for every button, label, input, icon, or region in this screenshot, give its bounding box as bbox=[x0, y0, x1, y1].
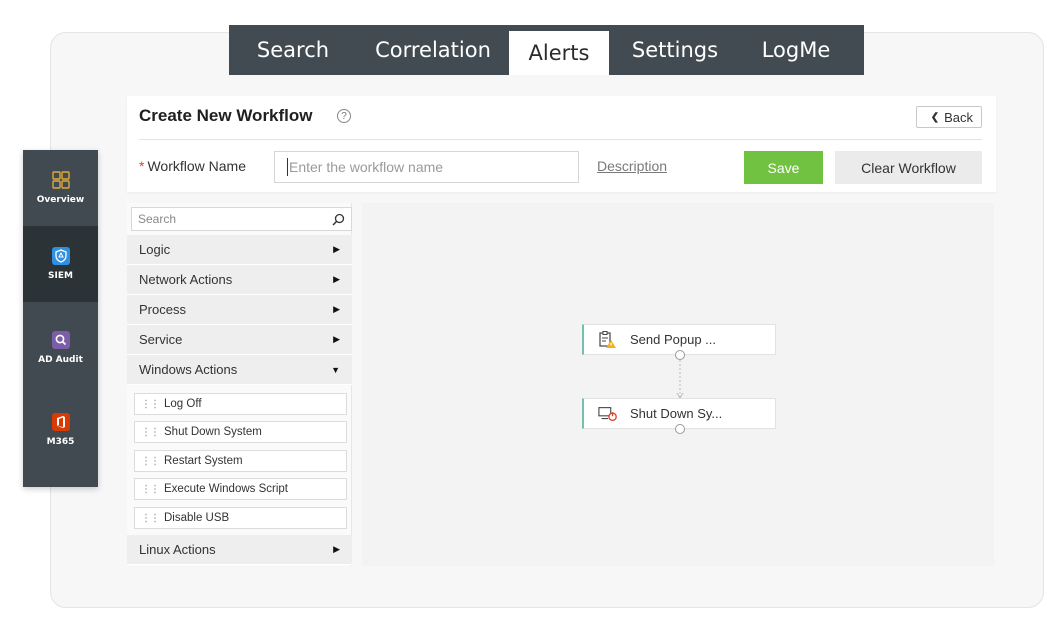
office-icon bbox=[51, 413, 70, 431]
category-label: Windows Actions bbox=[139, 362, 238, 377]
caret-down-icon: ▼ bbox=[331, 364, 340, 375]
node-label: Shut Down Sy... bbox=[630, 406, 723, 421]
category-logic[interactable]: Logic ▶ bbox=[127, 235, 352, 265]
tab-search[interactable]: Search bbox=[229, 25, 357, 75]
caret-right-icon: ▶ bbox=[333, 244, 340, 254]
help-icon[interactable]: ? bbox=[337, 109, 351, 123]
text-caret bbox=[287, 158, 288, 176]
action-item-execute-windows-script[interactable]: ⋮⋮ Execute Windows Script bbox=[134, 478, 347, 500]
clear-workflow-button[interactable]: Clear Workflow bbox=[835, 151, 982, 184]
caret-right-icon: ▶ bbox=[333, 274, 340, 284]
save-button[interactable]: Save bbox=[744, 151, 823, 184]
category-label: Process bbox=[139, 302, 186, 317]
sidebar-item-siem[interactable]: SIEM bbox=[23, 226, 98, 302]
action-item-label: Execute Windows Script bbox=[164, 483, 288, 495]
back-label: Back bbox=[944, 109, 973, 125]
actions-search-input[interactable]: Search bbox=[131, 207, 352, 231]
sidebar-item-label: SIEM bbox=[48, 271, 73, 281]
shield-icon bbox=[51, 247, 70, 265]
tab-logme[interactable]: LogMe bbox=[741, 25, 851, 75]
action-item-label: Shut Down System bbox=[164, 426, 262, 438]
sidebar-item-m365[interactable]: M365 bbox=[23, 392, 98, 468]
top-nav: Search Correlation Alerts Settings LogMe bbox=[229, 25, 864, 75]
tab-alerts[interactable]: Alerts bbox=[509, 31, 609, 75]
connector-lines bbox=[676, 360, 684, 399]
category-linux-actions[interactable]: Linux Actions ▶ bbox=[127, 535, 352, 565]
sidebar-item-label: M365 bbox=[46, 437, 75, 447]
action-item-label: Disable USB bbox=[164, 512, 230, 524]
required-mark: * bbox=[139, 158, 145, 174]
app-stage: Search Correlation Alerts Settings LogMe… bbox=[0, 0, 1063, 632]
category-label: Linux Actions bbox=[139, 542, 216, 557]
caret-right-icon: ▶ bbox=[333, 304, 340, 314]
workflow-name-label: * Workflow Name bbox=[139, 158, 246, 174]
action-item-label: Restart System bbox=[164, 455, 243, 467]
node-output-port[interactable] bbox=[675, 424, 685, 434]
chevron-left-icon: ❮ bbox=[930, 111, 940, 123]
tab-settings[interactable]: Settings bbox=[609, 25, 741, 75]
monitor-power-icon bbox=[598, 405, 618, 423]
category-label: Service bbox=[139, 332, 183, 347]
node-output-port[interactable] bbox=[675, 350, 685, 360]
node-label: Send Popup ... bbox=[630, 332, 717, 347]
drag-handle-icon: ⋮⋮ bbox=[141, 426, 160, 438]
drag-handle-icon: ⋮⋮ bbox=[141, 483, 160, 495]
category-label: Network Actions bbox=[139, 272, 233, 287]
action-item-log-off[interactable]: ⋮⋮ Log Off bbox=[134, 393, 347, 415]
category-network-actions[interactable]: Network Actions ▶ bbox=[127, 265, 352, 295]
action-item-label: Log Off bbox=[164, 398, 202, 410]
search-placeholder: Search bbox=[138, 212, 177, 226]
workflow-name-text: Workflow Name bbox=[147, 158, 246, 174]
workflow-name-input[interactable]: Enter the workflow name bbox=[274, 151, 579, 183]
actions-panel: Search Logic ▶ Network Actions ▶ Process… bbox=[127, 203, 352, 566]
caret-right-icon: ▶ bbox=[333, 334, 340, 344]
page-title: Create New Workflow bbox=[139, 106, 313, 125]
workflow-canvas[interactable]: Send Popup ... Shut Down Sy... bbox=[362, 203, 994, 566]
clipboard-warning-icon bbox=[598, 330, 618, 349]
caret-right-icon: ▶ bbox=[333, 544, 340, 554]
tab-correlation[interactable]: Correlation bbox=[357, 25, 509, 75]
action-item-restart-system[interactable]: ⋮⋮ Restart System bbox=[134, 450, 347, 472]
sidebar-item-label: Overview bbox=[36, 195, 85, 205]
product-sidebar: Overview SIEM AD Audit M365 bbox=[23, 150, 98, 487]
workflow-header: Create New Workflow ? ❮ Back * Workflow N… bbox=[127, 96, 996, 192]
workflow-name-placeholder: Enter the workflow name bbox=[289, 159, 444, 175]
category-service[interactable]: Service ▶ bbox=[127, 325, 352, 355]
description-link[interactable]: Description bbox=[597, 158, 667, 174]
sidebar-item-ad-audit[interactable]: AD Audit bbox=[23, 310, 98, 386]
action-item-shut-down-system[interactable]: ⋮⋮ Shut Down System bbox=[134, 421, 347, 443]
divider bbox=[139, 139, 982, 140]
search-icon[interactable] bbox=[332, 213, 345, 226]
sidebar-item-label: AD Audit bbox=[38, 355, 83, 365]
magnifier-icon bbox=[51, 331, 70, 349]
grid-icon bbox=[51, 171, 70, 189]
category-windows-actions[interactable]: Windows Actions ▼ bbox=[127, 355, 352, 385]
category-process[interactable]: Process ▶ bbox=[127, 295, 352, 325]
action-item-disable-usb[interactable]: ⋮⋮ Disable USB bbox=[134, 507, 347, 529]
drag-handle-icon: ⋮⋮ bbox=[141, 455, 160, 467]
drag-handle-icon: ⋮⋮ bbox=[141, 512, 160, 524]
sidebar-item-overview[interactable]: Overview bbox=[23, 150, 98, 226]
back-button[interactable]: ❮ Back bbox=[915, 106, 982, 128]
category-label: Logic bbox=[139, 242, 171, 257]
drag-handle-icon: ⋮⋮ bbox=[141, 398, 160, 410]
